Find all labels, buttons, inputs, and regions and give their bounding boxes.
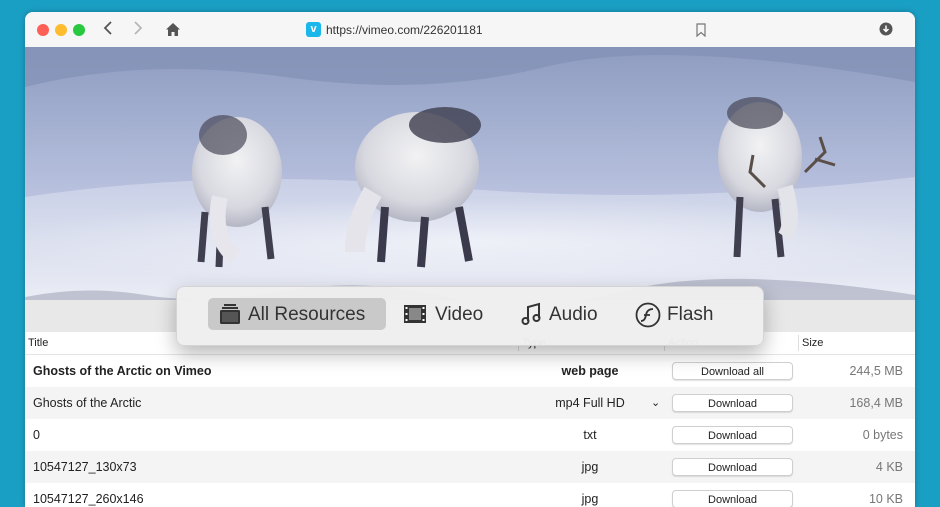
forward-button[interactable] — [133, 20, 143, 39]
tab-audio[interactable]: Audio — [509, 298, 613, 330]
table-row[interactable]: Ghosts of the Arctic on Vimeo web page D… — [25, 355, 915, 387]
chevron-right-icon — [134, 21, 143, 35]
close-window-button[interactable] — [37, 24, 49, 36]
music-note-icon — [519, 302, 543, 331]
resource-type: jpg — [581, 492, 599, 506]
chevron-down-icon[interactable]: ⌄ — [651, 396, 660, 409]
resource-title: Ghosts of the Arctic on Vimeo — [33, 364, 212, 378]
zoom-window-button[interactable] — [73, 24, 85, 36]
download-button[interactable]: Download — [672, 458, 793, 476]
resource-filter-segmented-control: All Resources Video Audio Flash — [176, 286, 764, 346]
tab-video[interactable]: Video — [393, 298, 493, 330]
back-button[interactable] — [103, 20, 113, 39]
resource-size: 0 bytes — [862, 428, 903, 442]
home-button[interactable] — [165, 22, 181, 42]
column-divider — [798, 335, 799, 351]
download-button[interactable]: Download — [672, 426, 793, 444]
browser-window: v https://vimeo.com/226201181 Title Size… — [25, 12, 915, 507]
title-bar: v https://vimeo.com/226201181 — [25, 12, 915, 48]
tab-label: All Resources — [248, 304, 366, 325]
bookmark-icon — [696, 23, 706, 38]
resource-title: 0 — [33, 428, 40, 442]
tab-flash[interactable]: Flash — [625, 298, 735, 330]
resource-title: 10547127_130x73 — [33, 460, 137, 474]
reindeer-scene-image — [25, 47, 915, 313]
url-text: https://vimeo.com/226201181 — [326, 23, 483, 37]
resource-title: Ghosts of the Arctic — [33, 396, 142, 410]
tab-label: Video — [435, 304, 484, 325]
resource-size: 168,4 MB — [849, 396, 903, 410]
resource-type: web page — [561, 364, 619, 378]
column-title[interactable]: Title — [28, 337, 48, 349]
tab-label: Audio — [549, 304, 598, 325]
flash-icon — [635, 302, 661, 333]
address-bar[interactable]: v https://vimeo.com/226201181 — [300, 19, 714, 41]
resource-size: 244,5 MB — [849, 364, 903, 378]
minimize-window-button[interactable] — [55, 24, 67, 36]
column-size[interactable]: Size — [802, 337, 823, 349]
resource-size: 10 KB — [868, 492, 903, 506]
resource-type: txt — [583, 428, 597, 442]
video-preview[interactable] — [25, 47, 915, 313]
table-row[interactable]: Ghosts of the Arctic mp4 Full HD ⌄ Downl… — [25, 387, 915, 419]
downloads-button[interactable] — [879, 22, 893, 41]
chevron-left-icon — [103, 21, 112, 35]
tab-label: Flash — [667, 304, 714, 325]
vimeo-icon: v — [306, 22, 321, 37]
tab-all-resources[interactable]: All Resources — [208, 298, 386, 330]
resource-title: 10547127_260x146 — [33, 492, 144, 506]
format-select[interactable]: mp4 Full HD — [505, 396, 675, 410]
download-all-button[interactable]: Download all — [672, 362, 793, 380]
resource-size: 4 KB — [875, 460, 903, 474]
home-icon — [166, 23, 180, 36]
stack-icon — [218, 302, 242, 331]
bookmark-button[interactable] — [696, 23, 706, 42]
download-circle-icon — [879, 22, 893, 36]
download-button[interactable]: Download — [672, 490, 793, 507]
table-row[interactable]: 10547127_260x146 jpg Download 10 KB — [25, 483, 915, 507]
table-row[interactable]: 10547127_130x73 jpg Download 4 KB — [25, 451, 915, 483]
table-row[interactable]: 0 txt Download 0 bytes — [25, 419, 915, 451]
download-button[interactable]: Download — [672, 394, 793, 412]
film-icon — [403, 302, 427, 331]
resource-type: jpg — [581, 460, 599, 474]
